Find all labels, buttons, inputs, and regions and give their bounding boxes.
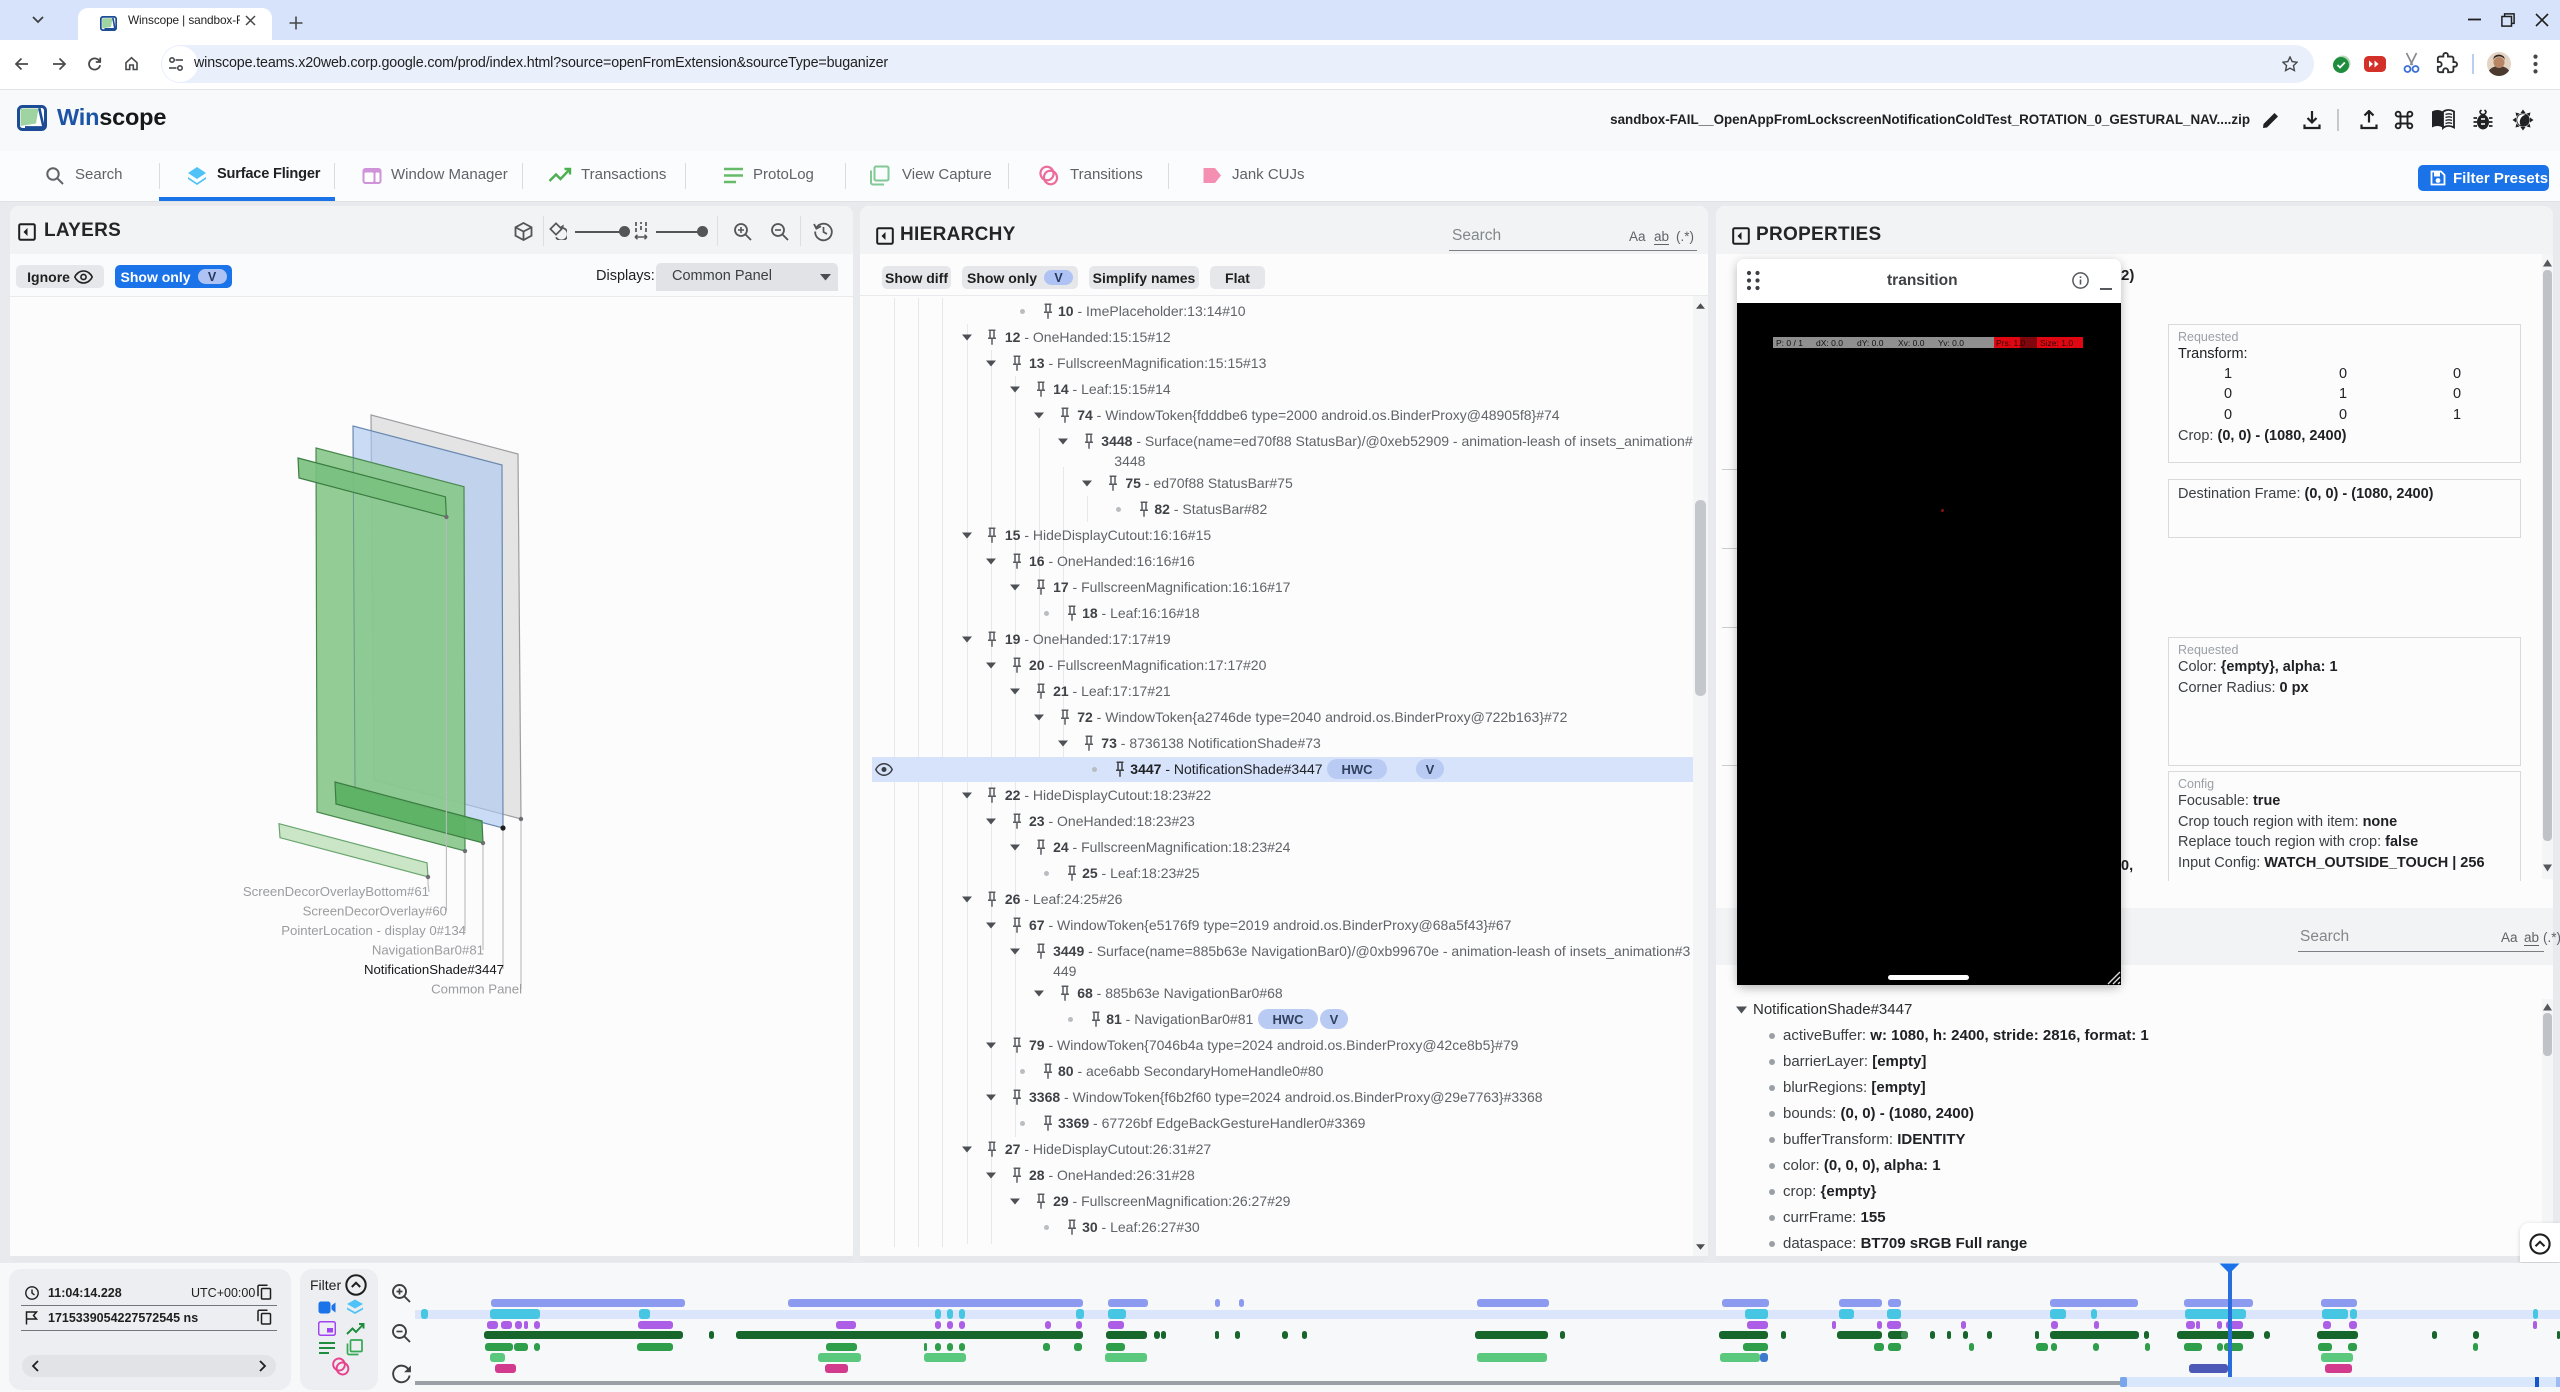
svg-text:ScreenDecorOverlayBottom#61: ScreenDecorOverlayBottom#61 [243,884,429,899]
svg-text:Common Panel: Common Panel [431,982,522,997]
svg-text:NavigationBar0#81: NavigationBar0#81 [372,943,484,958]
svg-text:ScreenDecorOverlay#60: ScreenDecorOverlay#60 [303,904,447,919]
svg-text:PointerLocation - display 0#13: PointerLocation - display 0#134 [281,923,466,938]
svg-text:NotificationShade#3447: NotificationShade#3447 [364,962,504,977]
